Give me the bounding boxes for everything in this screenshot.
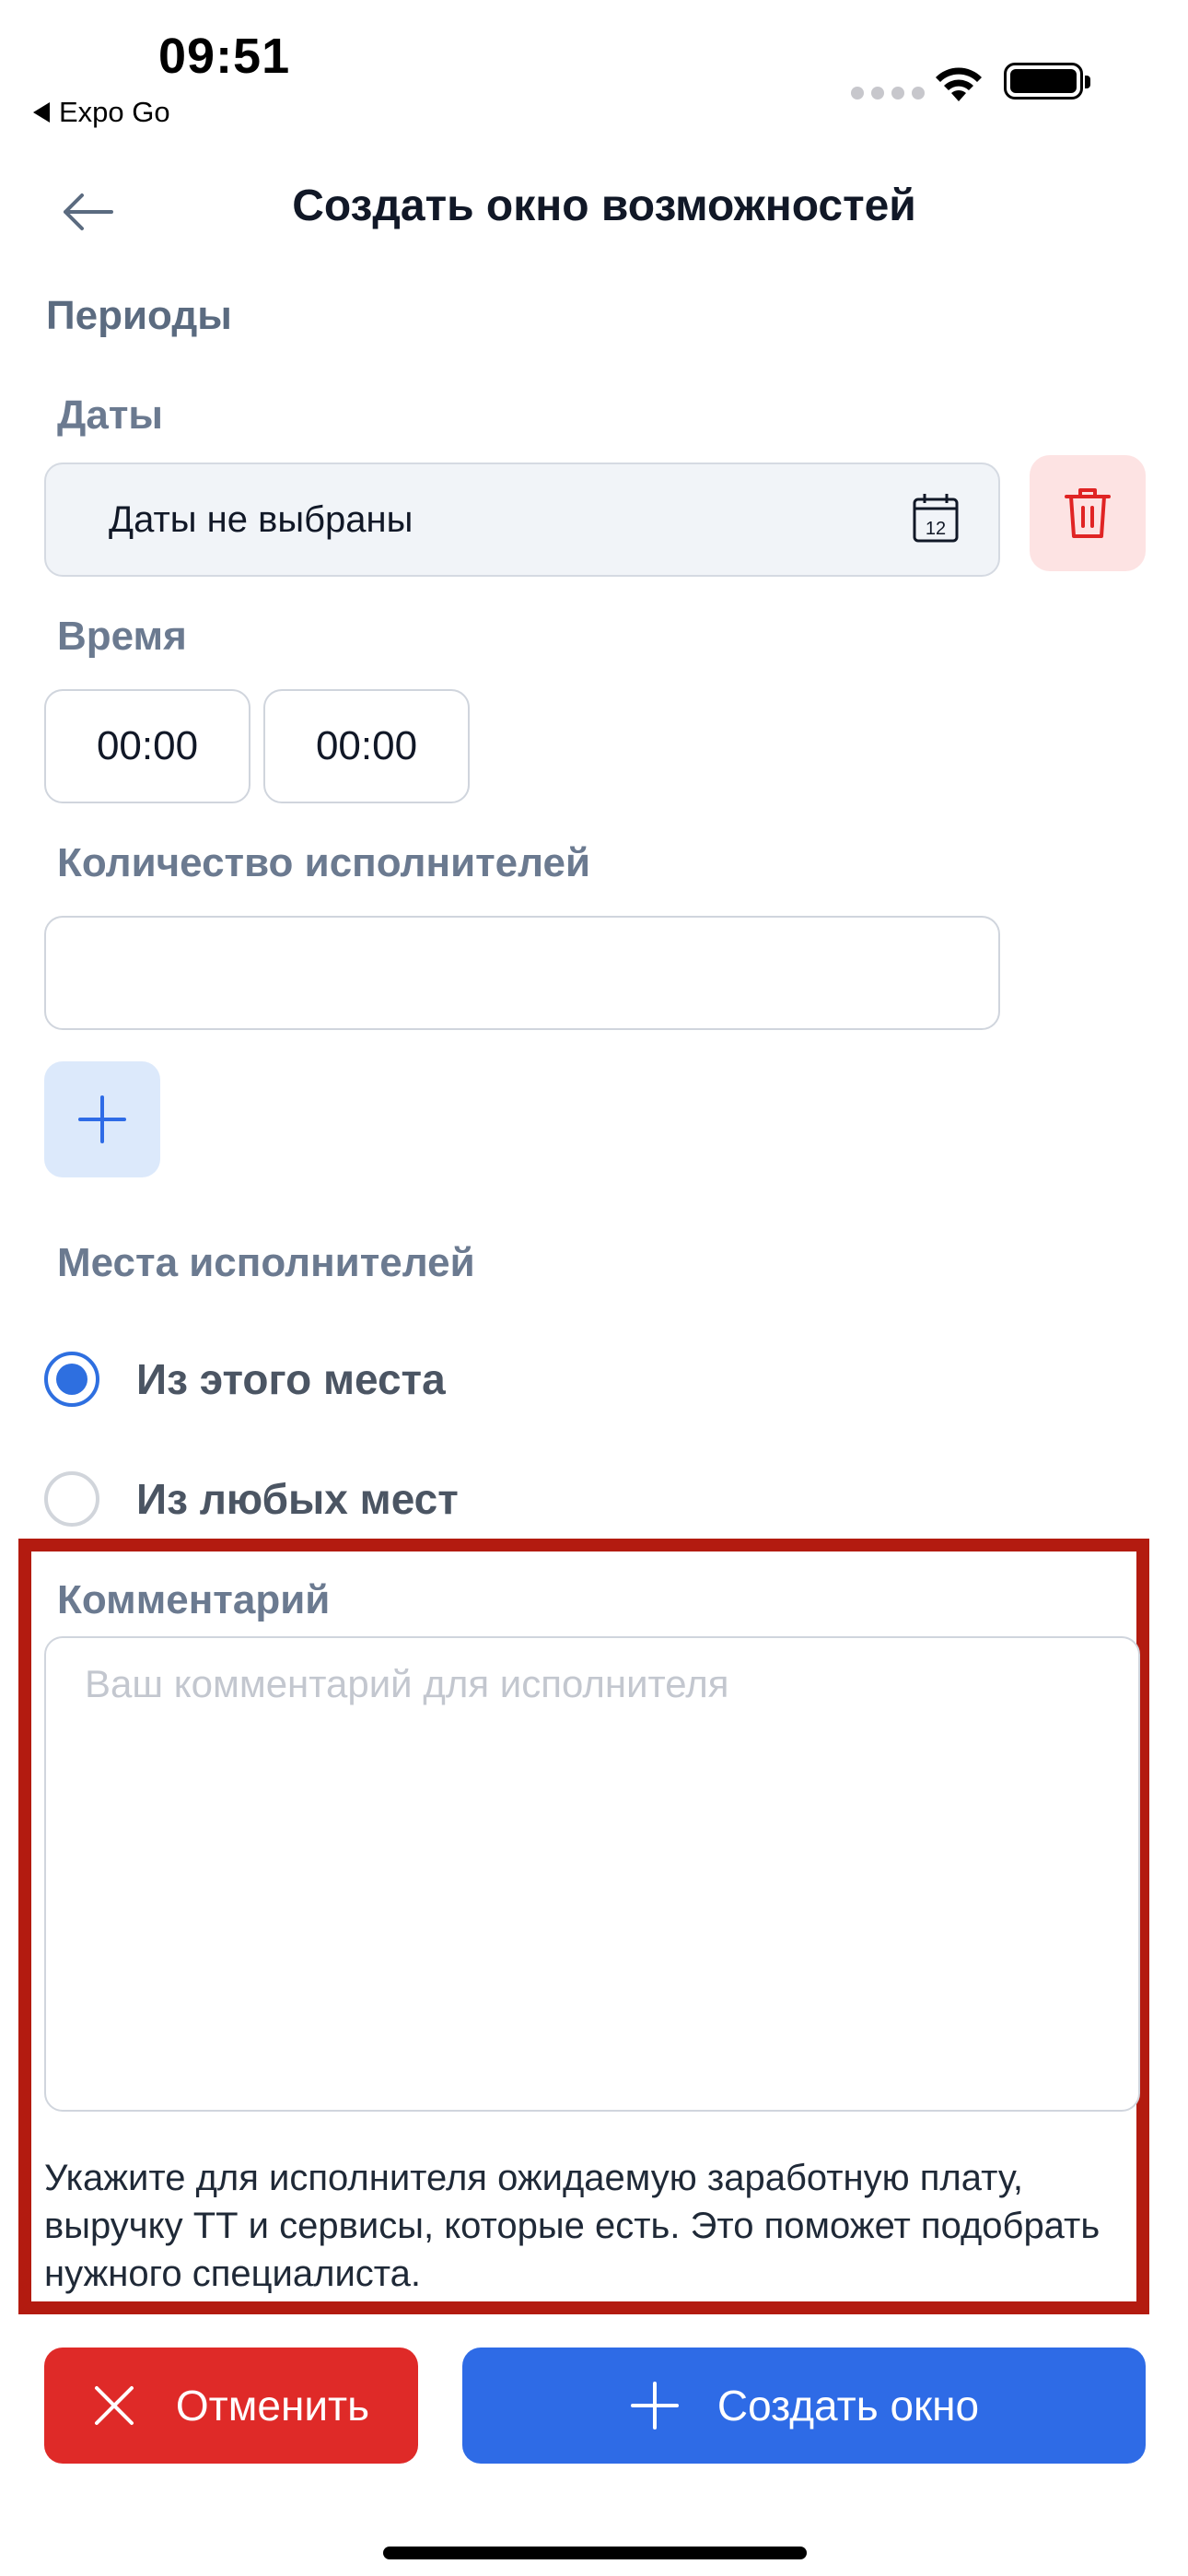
back-to-app-link[interactable]: Expo Go	[33, 96, 170, 129]
wifi-icon	[936, 67, 982, 101]
calendar-icon: 12	[913, 494, 959, 543]
performers-count-label: Количество исполнителей	[57, 840, 591, 885]
radio-option-label: Из любых мест	[136, 1475, 459, 1523]
radio-option-this-place[interactable]: Из этого места	[44, 1347, 446, 1411]
time-from-input[interactable]: 00:00	[44, 689, 250, 803]
status-bar: 09:51 Expo Go	[0, 0, 1188, 138]
radio-button-unchecked[interactable]	[44, 1471, 99, 1527]
radio-button-checked[interactable]	[44, 1352, 99, 1407]
comment-placeholder: Ваш комментарий для исполнителя	[85, 1662, 729, 1705]
radio-option-any-place[interactable]: Из любых мест	[44, 1467, 459, 1531]
home-indicator[interactable]	[383, 2547, 807, 2559]
time-to-input[interactable]: 00:00	[263, 689, 470, 803]
create-window-button[interactable]: Создать окно	[462, 2348, 1146, 2464]
comment-hint: Укажите для исполнителя ожидаемую зарабо…	[44, 2158, 1101, 2294]
comment-label: Комментарий	[57, 1577, 331, 1622]
dates-label: Даты	[57, 392, 163, 438]
time-label: Время	[57, 614, 187, 659]
cancel-button[interactable]: Отменить	[44, 2348, 418, 2464]
battery-icon	[1004, 63, 1090, 100]
plus-icon	[78, 1095, 126, 1143]
performers-count-input[interactable]	[44, 916, 1000, 1030]
date-picker-value: Даты не выбраны	[109, 498, 413, 540]
status-time: 09:51	[158, 29, 291, 84]
trash-icon	[1065, 488, 1111, 538]
cancel-button-label: Отменить	[175, 2382, 370, 2430]
places-label: Места исполнителей	[57, 1240, 475, 1285]
add-period-button[interactable]	[44, 1061, 160, 1177]
date-picker-field[interactable]: Даты не выбраны 12	[44, 463, 1000, 577]
back-triangle-icon	[33, 102, 50, 123]
plus-icon	[630, 2382, 679, 2430]
radio-option-label: Из этого места	[136, 1355, 446, 1403]
delete-period-button[interactable]	[1030, 455, 1146, 571]
page-title: Создать окно возможностей	[292, 181, 916, 230]
periods-section-label: Периоды	[46, 293, 232, 338]
svg-text:12: 12	[926, 519, 946, 539]
close-icon	[94, 2386, 134, 2425]
comment-textarea[interactable]: Ваш комментарий для исполнителя	[44, 1636, 1140, 2112]
back-to-app-label: Expo Go	[59, 96, 170, 128]
cellular-signal-icon	[851, 87, 925, 100]
create-button-label: Создать окно	[716, 2382, 980, 2430]
